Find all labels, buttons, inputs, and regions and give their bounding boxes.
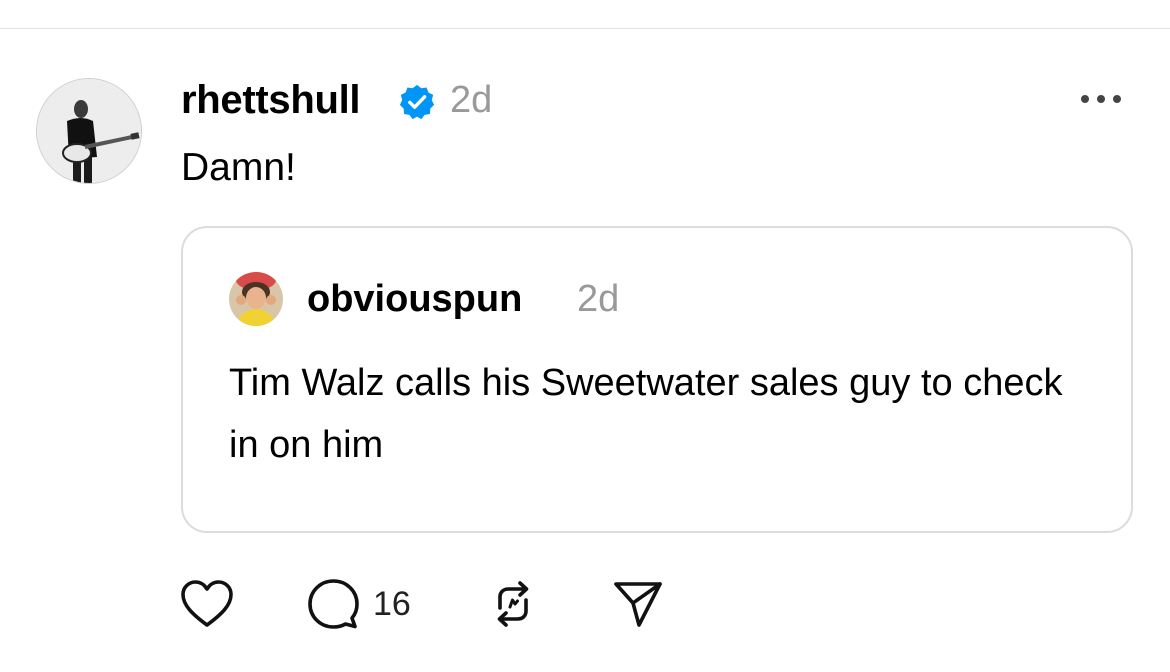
reply-button[interactable]: 16 bbox=[307, 578, 411, 630]
author-avatar[interactable] bbox=[36, 78, 142, 184]
author-username[interactable]: rhettshull bbox=[181, 76, 361, 124]
reply-count: 16 bbox=[373, 585, 411, 623]
quoted-post-text: Tim Walz calls his Sweetwater sales guy … bbox=[229, 362, 1063, 466]
quoted-post-timestamp: 2d bbox=[577, 278, 620, 320]
post-text: Damn! bbox=[181, 146, 296, 189]
comment-icon bbox=[308, 579, 359, 629]
verified-badge-icon bbox=[399, 84, 435, 120]
more-horizontal-icon[interactable] bbox=[1078, 88, 1124, 110]
quoted-author-avatar[interactable] bbox=[229, 272, 283, 326]
repost-icon bbox=[497, 581, 529, 627]
top-divider bbox=[0, 28, 1170, 29]
post-timestamp: 2d bbox=[450, 79, 493, 121]
send-icon bbox=[614, 582, 662, 627]
quoted-author-username[interactable]: obviouspun bbox=[307, 276, 522, 322]
like-button[interactable] bbox=[180, 578, 234, 630]
repost-button[interactable] bbox=[486, 578, 540, 630]
heart-icon bbox=[181, 580, 233, 627]
share-button[interactable] bbox=[612, 578, 664, 630]
